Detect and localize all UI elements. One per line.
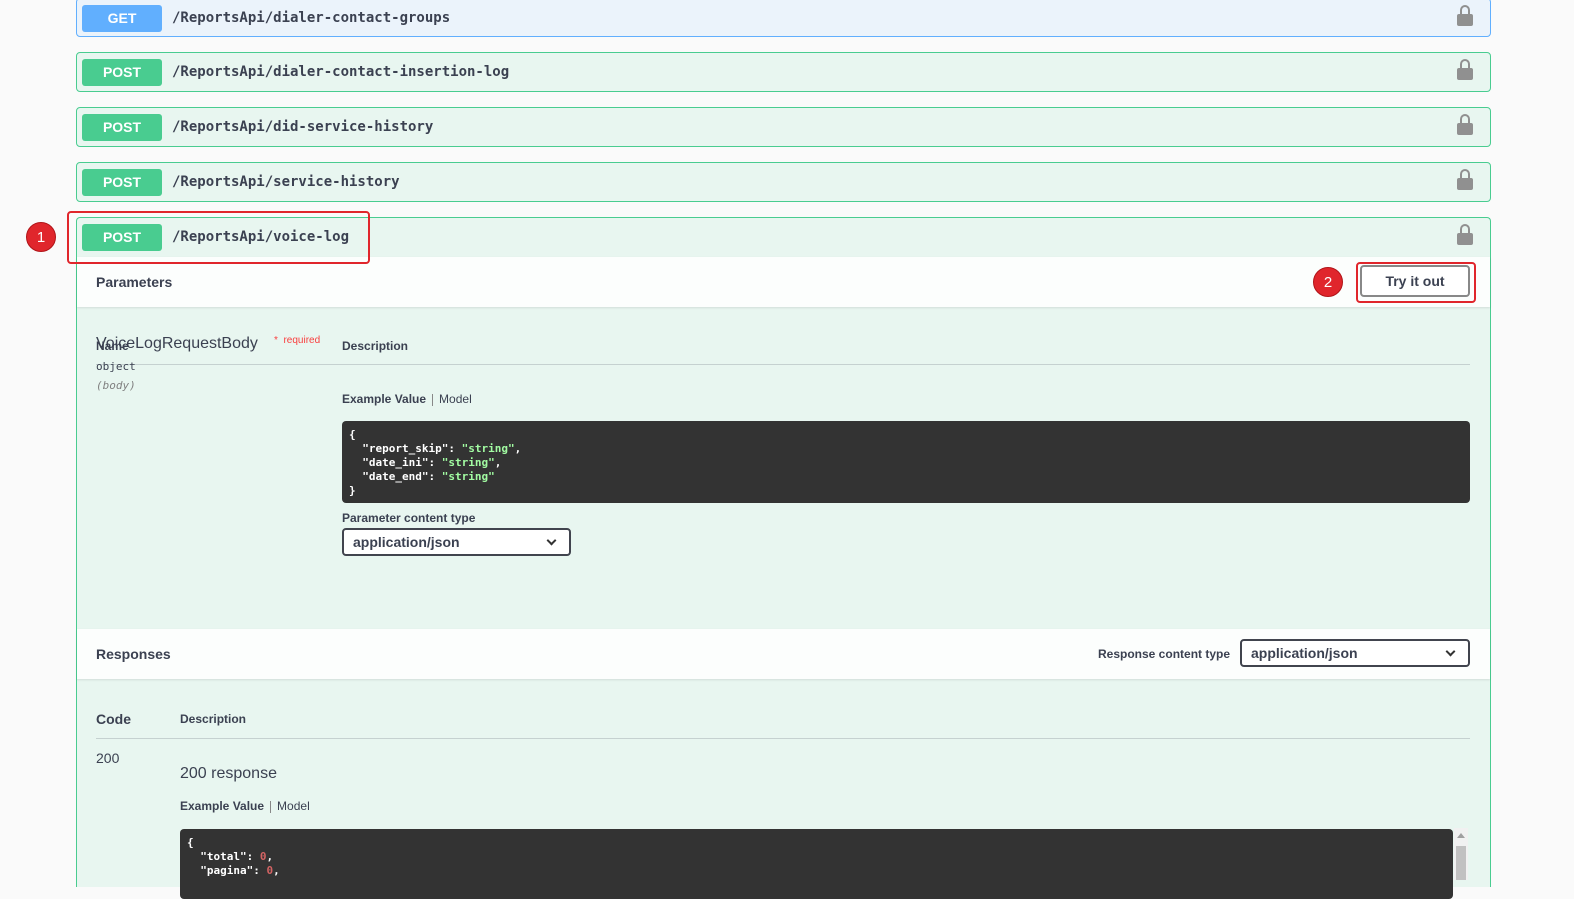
parameters-title: Parameters: [96, 274, 173, 290]
operation-summary[interactable]: POST /ReportsApi/did-service-history: [77, 108, 1490, 146]
operation-summary[interactable]: POST /ReportsApi/dialer-contact-insertio…: [77, 53, 1490, 91]
param-example-tabs: Example Value Model: [342, 392, 472, 406]
code-line: "report_skip": "string",: [349, 442, 1463, 456]
responses-header: Responses Response content type applicat…: [77, 629, 1490, 679]
tab-separator: [432, 393, 434, 406]
chevron-down-icon: [546, 535, 557, 546]
method-badge: POST: [82, 59, 162, 86]
code-line: "pagina": 0,: [187, 864, 1446, 878]
parameters-header: Parameters Try it out: [77, 257, 1490, 307]
operation-path: /ReportsApi/service-history: [172, 174, 400, 190]
code-line: }: [349, 484, 1463, 498]
code-punct: ,: [273, 864, 280, 877]
code-key: "total": [200, 850, 247, 863]
annotation-box-step1: [67, 211, 370, 264]
required-star: *: [274, 335, 278, 346]
required-label: * required: [274, 335, 320, 346]
param-type: object: [96, 360, 136, 373]
response-example-tabs: Example Value Model: [180, 799, 310, 813]
annotation-box-step2: [1356, 262, 1476, 303]
tab-model[interactable]: Model: [277, 799, 310, 813]
code-key: "pagina": [200, 864, 254, 877]
response-description: 200 response: [180, 765, 277, 782]
lock-icon[interactable]: [1457, 169, 1473, 191]
code-line: {: [187, 836, 1446, 850]
code-text: }: [349, 484, 356, 497]
operation-path: /ReportsApi/did-service-history: [172, 119, 434, 135]
response-code: 200: [96, 750, 120, 766]
method-badge: GET: [82, 5, 162, 32]
code-punct: ,: [514, 442, 522, 455]
required-text: required: [283, 335, 321, 346]
operation-path: /ReportsApi/dialer-contact-groups: [172, 10, 451, 26]
code-line: "date_ini": "string",: [349, 456, 1463, 470]
lock-icon[interactable]: [1457, 5, 1473, 27]
code-punct: ,: [494, 456, 502, 469]
column-description-header: Description: [342, 339, 409, 353]
column-description-header: Description: [180, 712, 247, 726]
scrollbar-thumb[interactable]: [1456, 846, 1466, 880]
column-code-header: Code: [96, 711, 131, 727]
response-example-code: { "total": 0, "pagina": 0,: [180, 829, 1453, 899]
code-value: "string": [461, 442, 515, 455]
operation-post-did-service-history[interactable]: POST /ReportsApi/did-service-history: [76, 107, 1491, 147]
param-name: VoiceLogRequestBody: [96, 335, 258, 352]
operation-post-service-history[interactable]: POST /ReportsApi/service-history: [76, 162, 1491, 202]
divider: [96, 364, 1470, 365]
lock-icon[interactable]: [1457, 59, 1473, 81]
chevron-down-icon: [1445, 646, 1456, 657]
tab-separator: [270, 800, 272, 813]
operation-post-dialer-contact-insertion-log[interactable]: POST /ReportsApi/dialer-contact-insertio…: [76, 52, 1491, 92]
code-value: "string": [441, 470, 495, 483]
code-value: "string": [441, 456, 495, 469]
operation-summary[interactable]: POST /ReportsApi/service-history: [77, 163, 1490, 201]
response-content-type-select[interactable]: application/json: [1240, 639, 1470, 667]
code-line: {: [349, 428, 1463, 442]
method-badge: POST: [82, 114, 162, 141]
lock-icon[interactable]: [1457, 114, 1473, 136]
divider: [96, 738, 1470, 739]
code-text: {: [187, 836, 194, 849]
param-content-type-label: Parameter content type: [342, 511, 476, 525]
code-key: "date_end": [362, 470, 429, 483]
responses-title: Responses: [96, 646, 171, 662]
code-punct: ,: [266, 850, 274, 863]
lock-icon[interactable]: [1457, 224, 1473, 246]
method-badge: POST: [82, 169, 162, 196]
response-content-type-label: Response content type: [1098, 647, 1231, 661]
code-line: "date_end": "string": [349, 470, 1463, 484]
operation-summary[interactable]: GET /ReportsApi/dialer-contact-groups: [77, 0, 1490, 37]
annotation-marker-step1: 1: [26, 222, 56, 252]
tab-example-value[interactable]: Example Value: [180, 799, 264, 813]
code-key: "report_skip": [362, 442, 449, 455]
scroll-up-arrow[interactable]: [1457, 833, 1465, 838]
param-content-type-select[interactable]: application/json: [342, 528, 571, 556]
code-line: "total": 0,: [187, 850, 1446, 864]
operation-path: /ReportsApi/dialer-contact-insertion-log: [172, 64, 510, 80]
annotation-marker-step2: 2: [1313, 267, 1343, 297]
tab-example-value[interactable]: Example Value: [342, 392, 426, 406]
operation-get-dialer-contact-groups[interactable]: GET /ReportsApi/dialer-contact-groups: [76, 0, 1491, 37]
operation-post-voice-log: POST /ReportsApi/voice-log Parameters Tr…: [76, 217, 1491, 899]
param-location: (body): [96, 379, 136, 392]
code-key: "date_ini": [362, 456, 429, 469]
code-text: {: [349, 428, 356, 441]
param-example-code: { "report_skip": "string", "date_ini": "…: [342, 421, 1470, 503]
param-content-type-value: application/json: [353, 534, 460, 550]
response-content-type-value: application/json: [1251, 645, 1358, 661]
tab-model[interactable]: Model: [439, 392, 472, 406]
